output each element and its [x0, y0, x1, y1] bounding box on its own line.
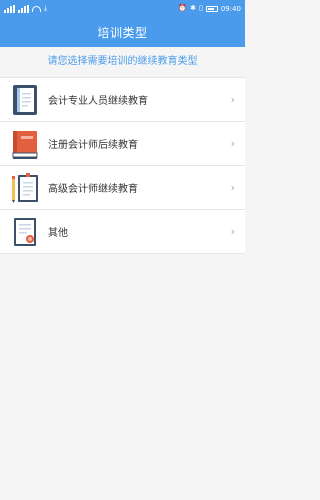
status-right: ⏰ ✱ ▯ 09:40 — [178, 5, 241, 13]
download-icon: ⤓ — [44, 4, 48, 12]
chevron-right-icon: › — [230, 225, 235, 238]
status-bar: ⤓ ⏰ ✱ ▯ 09:40 — [0, 0, 245, 17]
list-item-other[interactable]: 其他 › — [0, 210, 245, 254]
bluetooth-icon: ✱ — [190, 4, 196, 12]
instruction-text: 请您选择需要培训的继续教育类型 — [47, 56, 198, 67]
empty-area — [0, 257, 245, 500]
wifi-icon — [32, 5, 41, 12]
page-title: 培训类型 — [97, 25, 148, 40]
certificate-icon — [14, 217, 36, 246]
status-left: ⤓ — [4, 4, 48, 13]
battery-icon — [205, 5, 218, 12]
book-icon — [12, 130, 38, 159]
list-item-cpa[interactable]: 注册会计师后续教育 › — [0, 122, 245, 166]
signal-icon — [4, 4, 15, 13]
notepad-pen-icon — [12, 172, 38, 203]
list-item-accounting-professional[interactable]: 会计专业人员继续教育 › — [0, 78, 245, 122]
chevron-right-icon: › — [230, 181, 235, 194]
vibrate-icon: ▯ — [198, 4, 203, 12]
chevron-right-icon: › — [230, 93, 235, 106]
notebook-icon — [13, 84, 37, 115]
training-type-list: 会计专业人员继续教育 › 注册会计师后续教育 › 高级会计师继续教育 › 其他 … — [0, 77, 245, 254]
list-item-senior-accountant[interactable]: 高级会计师继续教育 › — [0, 166, 245, 210]
app-header: 培训类型 — [0, 17, 245, 47]
list-item-label: 会计专业人员继续教育 — [48, 96, 148, 107]
list-item-label: 其他 — [48, 228, 68, 239]
list-item-label: 高级会计师继续教育 — [48, 184, 138, 195]
status-time: 09:40 — [220, 4, 241, 13]
alarm-icon: ⏰ — [178, 4, 188, 12]
signal-icon-2 — [18, 4, 29, 13]
chevron-right-icon: › — [230, 137, 235, 150]
list-item-label: 注册会计师后续教育 — [48, 140, 138, 151]
